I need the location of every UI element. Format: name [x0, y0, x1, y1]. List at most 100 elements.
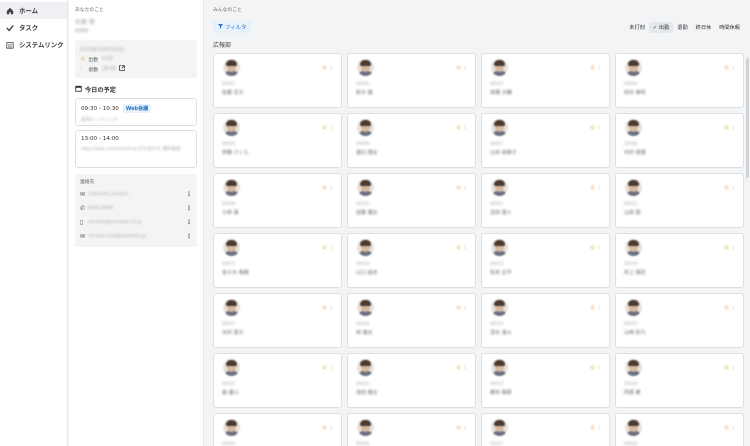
nav-item-system-link[interactable]: システムリンク: [0, 36, 67, 53]
check-icon: [5, 23, 15, 33]
sun-icon: ☼: [723, 124, 730, 132]
member-card[interactable]: ☼ ☾ 00014 山口 結衣: [347, 233, 476, 288]
member-card[interactable]: ☼ ☾ 00001 佐藤 花子: [213, 53, 342, 108]
sun-icon: ☼: [723, 244, 730, 252]
member-card[interactable]: ☼ ☾ 00010 加藤 優太: [347, 173, 476, 228]
more-icon[interactable]: ⋮: [186, 191, 192, 198]
status-not-stamped[interactable]: 未打刻: [625, 22, 649, 33]
moon-icon: ☾: [597, 244, 603, 252]
sun-icon: ☼: [723, 184, 730, 192]
member-card[interactable]: ☼☾00027中島 楓: [481, 413, 610, 446]
member-card[interactable]: ☼ ☾ 00005 伊藤 さくら: [213, 113, 342, 168]
member-card[interactable]: ☼ ☾ 00013 佐々木 美穂: [213, 233, 342, 288]
avatar: [625, 419, 642, 436]
member-name: 山田 陸: [624, 210, 641, 216]
moon-icon: ☾: [463, 304, 469, 312]
member-card[interactable]: ☼ ☾ 00021 森 優斗: [213, 353, 342, 408]
status-icons: ☼ ☾: [455, 304, 469, 312]
member-name: 林 健太: [356, 330, 373, 336]
member-card[interactable]: ☼ ☾ 00023 橋本 陽菜: [481, 353, 610, 408]
moon-icon: ☾: [329, 364, 335, 372]
member-name: 小林 蓮: [222, 210, 239, 216]
contact-row: ✉ sample.mail@example.jp ⋮: [80, 229, 192, 243]
member-id: 00028: [624, 441, 638, 446]
contact-box: 連絡先 ✉ chatwork_sample ⋮ ✆ 0000-0000 ⋮ ▯ …: [75, 174, 197, 247]
member-name: 吉田 悠人: [490, 210, 512, 216]
member-id: 00008: [624, 141, 638, 146]
avatar: [491, 119, 508, 136]
avatar: [491, 419, 508, 436]
moon-icon: ☾: [463, 424, 469, 432]
sun-icon: ☼: [321, 304, 328, 312]
schedule-desc: 定例ミーティング: [81, 118, 118, 123]
member-id: 00020: [624, 321, 638, 326]
external-link-icon[interactable]: [119, 65, 125, 73]
contact-value: sample@example.co.jp: [88, 219, 142, 225]
avatar: [223, 419, 240, 436]
schedule-item[interactable]: 13:00 - 14:00 http://web.com/meeting 打ち合…: [75, 130, 197, 168]
scrollbar[interactable]: [746, 58, 749, 178]
member-card[interactable]: ☼ ☾ 00022 池田 颯太: [347, 353, 476, 408]
member-card[interactable]: ☼ ☾ 00019 清水 海斗: [481, 293, 610, 348]
status-icons: ☼ ☾: [723, 244, 737, 252]
member-card[interactable]: ☼ ☾ 00012 山田 陸: [615, 173, 744, 228]
member-name: 佐々木 美穂: [222, 270, 249, 276]
contact-value: sample.mail@example.jp: [88, 233, 147, 239]
member-card[interactable]: ☼ ☾ 00007 山本 由美子: [481, 113, 610, 168]
member-card[interactable]: ☼☾00026山下 大和: [347, 413, 476, 446]
more-icon[interactable]: ⋮: [186, 233, 192, 240]
avatar: [357, 299, 374, 316]
checkout-row: ☾ 退勤 18:00: [80, 64, 192, 74]
member-card[interactable]: ☼☾00028前田 悠真: [615, 413, 744, 446]
member-card[interactable]: ☼ ☾ 00015 松本 正平: [481, 233, 610, 288]
member-card[interactable]: ☼ ☾ 00002 鈴木 健: [347, 53, 476, 108]
sun-icon: ☼: [723, 64, 730, 72]
more-icon[interactable]: ⋮: [186, 219, 192, 226]
avatar: [625, 59, 642, 76]
member-card[interactable]: ☼ ☾ 00004 田中 美咲: [615, 53, 744, 108]
checkin-time: 9:00: [102, 56, 113, 62]
status-working[interactable]: ✓ 出勤: [648, 21, 674, 33]
member-id: 00014: [356, 261, 370, 266]
member-grid: ☼ ☾ 00001 佐藤 花子 ☼ ☾ 00002 鈴木 健 ☼ ☾ 00003 高橋 大輔 ☼ ☾ 000…: [213, 53, 744, 446]
filter-button[interactable]: フィルタ: [213, 21, 252, 33]
avatar: [223, 299, 240, 316]
member-card[interactable]: ☼ ☾ 00018 林 健太: [347, 293, 476, 348]
home-icon: [5, 6, 15, 16]
member-card[interactable]: ☼ ☾ 00024 阿部 蒼: [615, 353, 744, 408]
member-card[interactable]: ☼ ☾ 00008 中村 真理: [615, 113, 744, 168]
avatar: [357, 239, 374, 256]
moon-icon: ☾: [731, 64, 737, 72]
schedule-title: 今日の予定: [75, 85, 197, 94]
sun-icon: ☼: [589, 124, 596, 132]
status-left[interactable]: 退勤: [673, 22, 691, 33]
schedule-item[interactable]: 09:30 - 10:30 Web会議 定例ミーティング: [75, 98, 197, 126]
member-id: 00001: [222, 81, 236, 86]
moon-icon: ☾: [597, 304, 603, 312]
chat-icon: ✉: [80, 190, 86, 198]
member-card[interactable]: ☼ ☾ 00003 高橋 大輔: [481, 53, 610, 108]
building-icon: [5, 40, 15, 50]
member-card[interactable]: ☼ ☾ 00009 小林 蓮: [213, 173, 342, 228]
member-name: 中村 真理: [624, 150, 646, 156]
status-icons: ☼ ☾: [321, 244, 335, 252]
mobile-icon: ▯: [80, 218, 84, 226]
member-card[interactable]: ☼ ☾ 00006 渡辺 翔太: [347, 113, 476, 168]
sun-icon: ☼: [455, 124, 462, 132]
status-icons: ☼ ☾: [589, 64, 603, 72]
more-icon[interactable]: ⋮: [186, 205, 192, 212]
member-id: 00007: [490, 141, 504, 146]
nav-item-task[interactable]: タスク: [0, 19, 67, 36]
status-day-off[interactable]: 終日休: [692, 22, 716, 33]
member-card[interactable]: ☼ ☾ 00020 山崎 彩乃: [615, 293, 744, 348]
avatar: [491, 59, 508, 76]
filter-label: フィルタ: [225, 25, 247, 31]
nav-item-home[interactable]: ホーム: [0, 2, 67, 19]
member-id: 00018: [356, 321, 370, 326]
status-hourly-leave[interactable]: 時間休暇: [715, 22, 744, 33]
member-card[interactable]: ☼ ☾ 00017 木村 愛子: [213, 293, 342, 348]
member-card[interactable]: ☼ ☾ 00016 井上 陽花: [615, 233, 744, 288]
member-card[interactable]: ☼☾00025石川 葵: [213, 413, 342, 446]
mail-icon: ✉: [80, 232, 86, 240]
member-card[interactable]: ☼ ☾ 00011 吉田 悠人: [481, 173, 610, 228]
